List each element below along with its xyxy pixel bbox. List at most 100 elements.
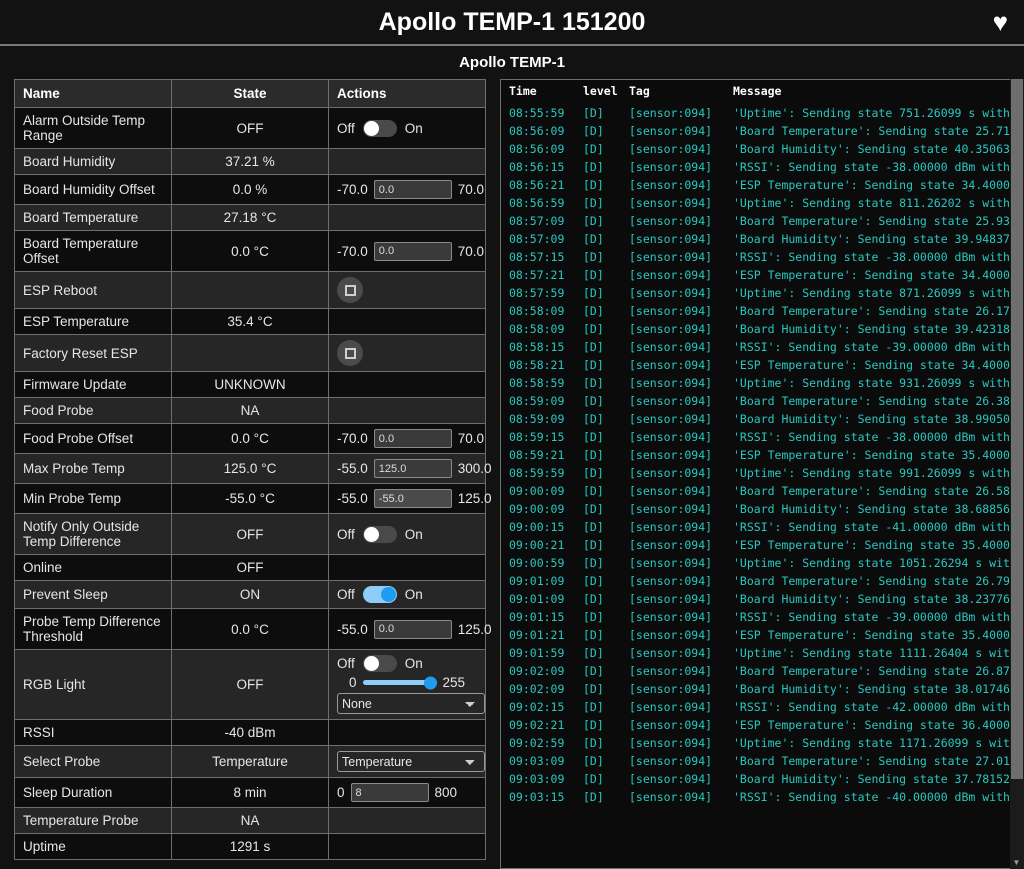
log-time: 09:02:15 (501, 698, 575, 716)
number-max-label: 125.0 (458, 491, 492, 506)
table-row: Food ProbeNA (15, 398, 486, 424)
action-button[interactable] (337, 277, 363, 303)
entity-state: NA (172, 398, 329, 424)
number-input[interactable] (374, 242, 452, 261)
log-level: [D] (575, 212, 621, 230)
entity-state: OFF (172, 514, 329, 555)
log-time: 09:03:15 (501, 788, 575, 806)
entity-state: 0.0 °C (172, 231, 329, 272)
number-input[interactable] (374, 429, 452, 448)
log-tag: [sensor:094] (621, 392, 725, 410)
entity-actions: -70.070.0 (329, 231, 486, 272)
table-row: RGB LightOFFOffOn0255None (15, 650, 486, 720)
number-input[interactable] (374, 180, 452, 199)
table-row: Board Humidity Offset0.0 %-70.070.0 (15, 175, 486, 205)
log-row: 09:01:59[D][sensor:094]'Uptime': Sending… (501, 644, 1013, 662)
number-control: -55.0125.0 (337, 620, 477, 639)
number-input[interactable] (374, 489, 452, 508)
entity-name: Uptime (15, 834, 172, 860)
log-level: [D] (575, 230, 621, 248)
action-button[interactable] (337, 340, 363, 366)
log-tag: [sensor:094] (621, 248, 725, 266)
table-row: Temperature ProbeNA (15, 808, 486, 834)
switch-toggle[interactable] (363, 120, 397, 137)
log-level: [D] (575, 158, 621, 176)
log-tag: [sensor:094] (621, 104, 725, 122)
entity-name: ESP Reboot (15, 272, 172, 309)
log-row: 09:02:15[D][sensor:094]'RSSI': Sending s… (501, 698, 1013, 716)
log-row: 09:02:59[D][sensor:094]'Uptime': Sending… (501, 734, 1013, 752)
log-time: 09:00:21 (501, 536, 575, 554)
entity-state: OFF (172, 555, 329, 581)
log-tag: [sensor:094] (621, 734, 725, 752)
log-row: 08:56:21[D][sensor:094]'ESP Temperature'… (501, 176, 1013, 194)
log-message: 'RSSI': Sending state -38.00000 dBm with… (725, 248, 1013, 266)
entity-state: UNKNOWN (172, 372, 329, 398)
number-control: -70.070.0 (337, 429, 477, 448)
page-scrollbar[interactable]: ▼ (1010, 79, 1024, 869)
switch-toggle[interactable] (363, 586, 397, 603)
number-input[interactable] (374, 459, 452, 478)
log-tag: [sensor:094] (621, 788, 725, 806)
number-input[interactable] (351, 783, 429, 802)
entity-state: 0.0 °C (172, 424, 329, 454)
toggle-knob (364, 121, 379, 136)
log-time: 09:00:09 (501, 500, 575, 518)
table-row: Prevent SleepONOffOn (15, 581, 486, 609)
log-row: 09:01:09[D][sensor:094]'Board Temperatur… (501, 572, 1013, 590)
log-message: 'Board Humidity': Sending state 38.01746… (725, 680, 1013, 698)
entity-name: Firmware Update (15, 372, 172, 398)
log-row: 09:00:09[D][sensor:094]'Board Temperatur… (501, 482, 1013, 500)
log-level: [D] (575, 464, 621, 482)
heart-icon[interactable]: ♥ (993, 9, 1008, 35)
log-column-level: level (575, 80, 621, 104)
switch-on-label: On (405, 587, 423, 602)
log-time: 08:55:59 (501, 104, 575, 122)
log-message: 'Board Humidity': Sending state 38.68856… (725, 500, 1013, 518)
log-row: 08:59:59[D][sensor:094]'Uptime': Sending… (501, 464, 1013, 482)
entity-state: 125.0 °C (172, 454, 329, 484)
log-tag: [sensor:094] (621, 626, 725, 644)
log-message: 'Board Humidity': Sending state 38.99050… (725, 410, 1013, 428)
select-dropdown[interactable]: Temperature (337, 751, 485, 772)
scroll-down-arrow[interactable]: ▼ (1012, 858, 1021, 867)
entity-name: Probe Temp Difference Threshold (15, 609, 172, 650)
brightness-slider[interactable] (363, 680, 437, 685)
number-input[interactable] (374, 620, 452, 639)
log-time: 08:59:59 (501, 464, 575, 482)
entity-actions (329, 372, 486, 398)
log-message: 'Board Humidity': Sending state 40.35063… (725, 140, 1013, 158)
entity-name: RGB Light (15, 650, 172, 720)
table-row: Max Probe Temp125.0 °C-55.0300.0 (15, 454, 486, 484)
number-max-label: 70.0 (458, 244, 484, 259)
log-level: [D] (575, 284, 621, 302)
log-message: 'RSSI': Sending state -40.00000 dBm with… (725, 788, 1013, 806)
log-table-head: Time level Tag Message (501, 80, 1013, 104)
slider-thumb[interactable] (424, 676, 437, 689)
log-message: 'Board Humidity': Sending state 37.78152… (725, 770, 1013, 788)
entity-state: -55.0 °C (172, 484, 329, 514)
switch-off-label: Off (337, 121, 355, 136)
light-switch-row: OffOn (337, 655, 477, 672)
light-effect-select[interactable]: None (337, 693, 485, 714)
column-header-name: Name (15, 80, 172, 108)
log-time: 08:56:09 (501, 140, 575, 158)
log-tag: [sensor:094] (621, 140, 725, 158)
scrollbar-thumb[interactable] (1011, 79, 1023, 779)
log-row: 08:58:15[D][sensor:094]'RSSI': Sending s… (501, 338, 1013, 356)
log-tag: [sensor:094] (621, 194, 725, 212)
log-level: [D] (575, 194, 621, 212)
log-time: 09:01:09 (501, 572, 575, 590)
switch-toggle[interactable] (363, 655, 397, 672)
light-control: OffOn0255None (337, 655, 477, 714)
log-message: 'Board Humidity': Sending state 38.23776… (725, 590, 1013, 608)
log-tag: [sensor:094] (621, 356, 725, 374)
switch-toggle[interactable] (363, 526, 397, 543)
table-row: Notify Only Outside Temp DifferenceOFFOf… (15, 514, 486, 555)
log-panel[interactable]: Time level Tag Message 08:55:59[D][senso… (500, 79, 1014, 869)
number-max-label: 300.0 (458, 461, 492, 476)
log-row: 09:03:15[D][sensor:094]'RSSI': Sending s… (501, 788, 1013, 806)
log-tag: [sensor:094] (621, 284, 725, 302)
log-message: 'ESP Temperature': Sending state 35.4000… (725, 536, 1013, 554)
log-time: 08:59:15 (501, 428, 575, 446)
